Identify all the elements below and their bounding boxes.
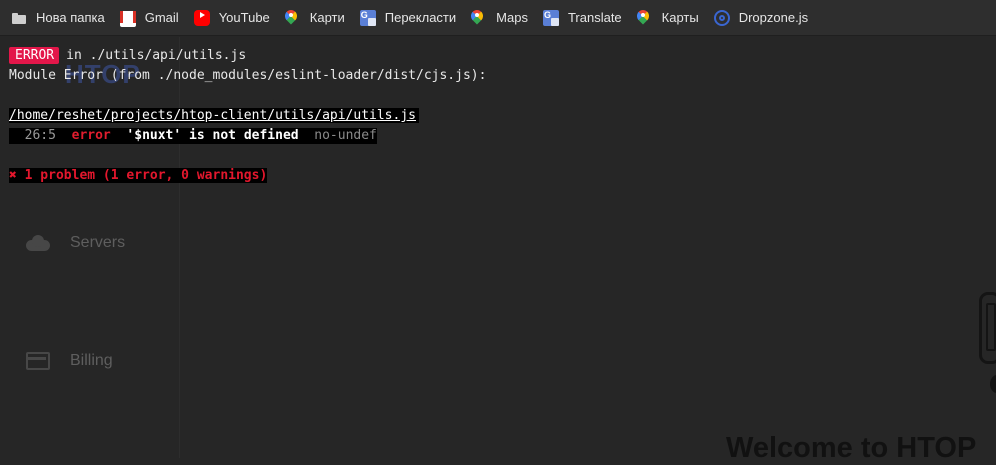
maps-icon — [285, 10, 301, 26]
bookmark-dropzone[interactable]: Dropzone.js — [713, 9, 809, 26]
bookmark-label: Перекласти — [384, 10, 457, 25]
maps-icon — [637, 10, 653, 26]
translate-icon — [359, 9, 376, 26]
bookmark-label: Карти — [309, 10, 345, 25]
youtube-icon — [193, 9, 210, 26]
problem-summary: ✖ 1 problem (1 error, 0 warnings) — [9, 168, 268, 184]
bookmark-label: YouTube — [218, 10, 270, 25]
bookmark-karty-uk[interactable]: Карти — [285, 10, 345, 26]
folder-icon — [11, 10, 27, 26]
module-error-line: Module Error (from ./node_modules/eslint… — [9, 68, 487, 83]
error-overlay: ERROR in ./utils/api/utils.js Module Erro… — [0, 37, 996, 458]
maps-icon — [471, 10, 487, 26]
issue-severity: error — [71, 128, 111, 143]
error-header: ERROR in ./utils/api/utils.js — [9, 47, 247, 64]
lint-issue-row: 26:5 error '$nuxt' is not defined no-und… — [9, 128, 377, 144]
issue-rule: no-undef — [314, 128, 377, 143]
error-location: in ./utils/api/utils.js — [66, 48, 247, 63]
issue-position: 26:5 — [24, 128, 56, 143]
bookmarks-bar: Нова папка Gmail YouTube Карти Перекласт… — [0, 0, 996, 36]
bookmark-gmail[interactable]: Gmail — [119, 10, 179, 27]
translate-icon — [542, 9, 559, 26]
bookmark-translate[interactable]: Translate — [542, 9, 622, 26]
bookmark-label: Gmail — [144, 10, 179, 25]
issue-message: '$nuxt' is not defined — [126, 128, 299, 143]
problem-summary-text: ✖ 1 problem (1 error, 0 warnings) — [9, 168, 268, 183]
bookmark-pereklasty[interactable]: Перекласти — [359, 9, 457, 26]
bookmark-label: Нова папка — [36, 10, 105, 25]
file-path-link[interactable]: /home/reshet/projects/htop-client/utils/… — [9, 108, 419, 123]
bookmark-youtube[interactable]: YouTube — [193, 9, 270, 26]
bookmark-label: Карты — [661, 10, 699, 25]
error-badge: ERROR — [9, 47, 60, 64]
bookmark-karty-ru[interactable]: Карты — [637, 10, 699, 26]
bookmark-label: Maps — [496, 10, 528, 25]
error-file-path[interactable]: /home/reshet/projects/htop-client/utils/… — [9, 108, 419, 124]
dropzone-icon — [713, 9, 730, 26]
bookmark-label: Translate — [567, 10, 622, 25]
bookmark-label: Dropzone.js — [738, 10, 809, 25]
bookmark-maps[interactable]: Maps — [471, 10, 528, 26]
gmail-icon — [119, 10, 136, 27]
bookmark-nova-papka[interactable]: Нова папка — [11, 10, 105, 26]
